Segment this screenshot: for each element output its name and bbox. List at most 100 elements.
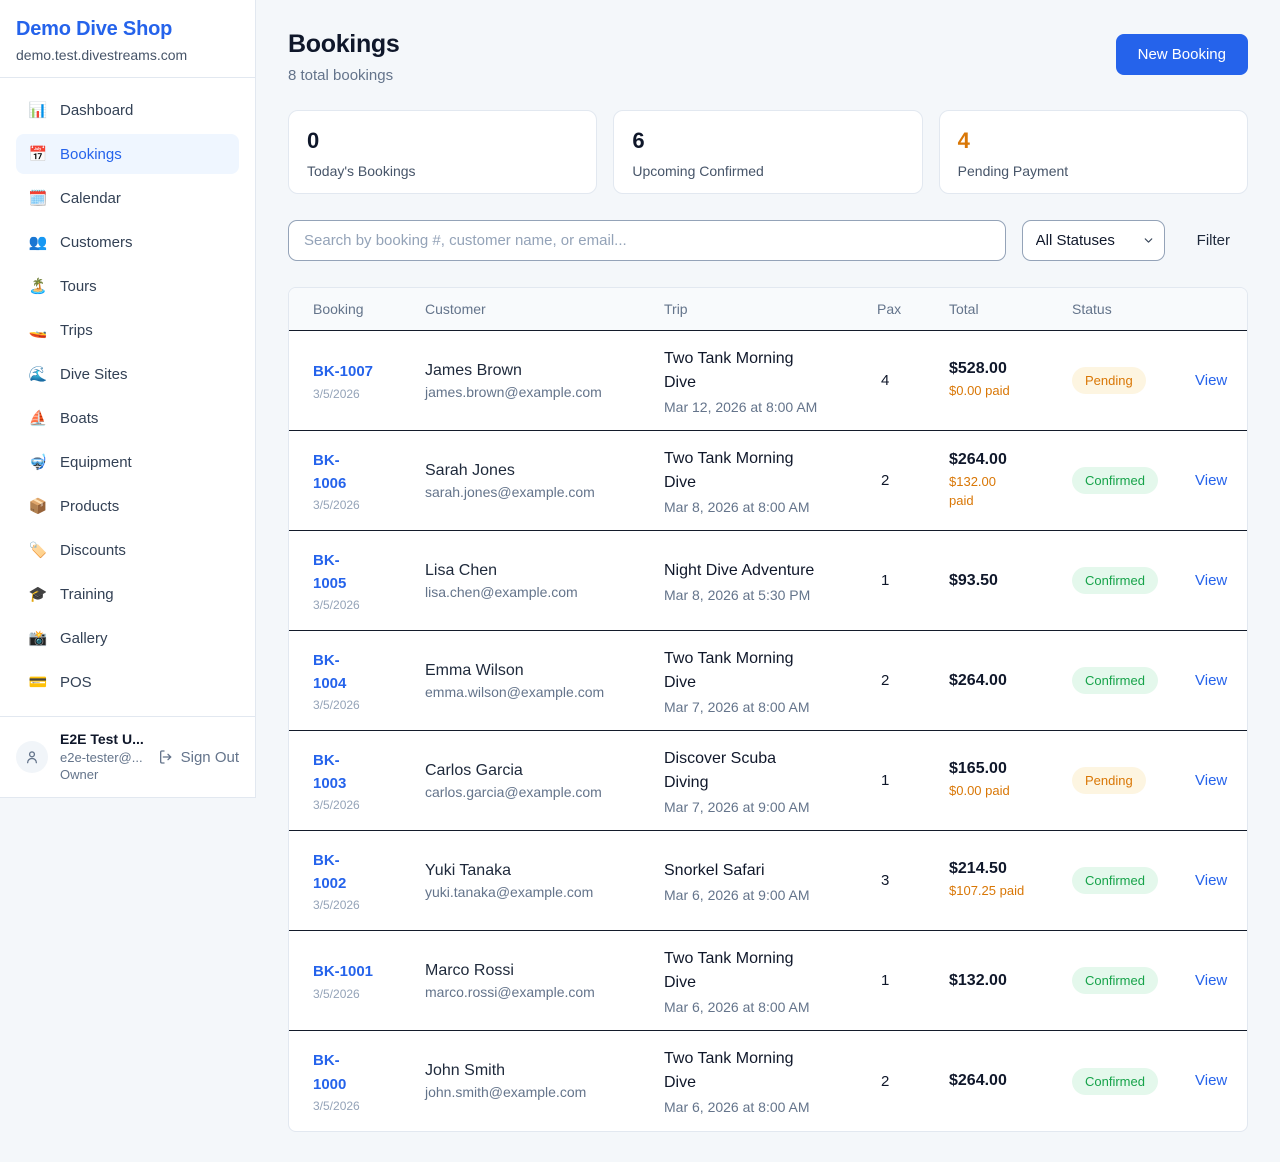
customer-email: john.smith@example.com (425, 1084, 664, 1100)
stat-label: Upcoming Confirmed (632, 163, 903, 179)
sidebar-item-products[interactable]: 📦 Products (16, 486, 239, 526)
customer-email: emma.wilson@example.com (425, 684, 664, 700)
status-badge: Pending (1072, 767, 1146, 794)
booking-id-link[interactable]: BK- 1006 (313, 449, 425, 496)
trip-title: Two Tank Morning Dive (664, 347, 877, 395)
total-cell: $93.50 (949, 572, 1072, 590)
table-row: BK- 1003 3/5/2026 Carlos Garcia carlos.g… (289, 731, 1247, 831)
sidebar-item-training[interactable]: 🎓 Training (16, 574, 239, 614)
bookings-table: Booking Customer Trip Pax Total Status B… (288, 287, 1248, 1132)
total-amount: $264.00 (949, 672, 1072, 690)
action-cell: View (1195, 972, 1227, 990)
sidebar-user-footer: E2E Test U... e2e-tester@... Owner Sign … (0, 716, 255, 797)
trip-cell: Night Dive Adventure Mar 8, 2026 at 5:30… (664, 559, 877, 603)
status-cell: Confirmed (1072, 867, 1195, 894)
equipment-icon: 🤿 (28, 453, 48, 471)
user-email: e2e-tester@... (60, 749, 146, 767)
sidebar-item-discounts[interactable]: 🏷️ Discounts (16, 530, 239, 570)
view-link[interactable]: View (1195, 1072, 1227, 1089)
view-link[interactable]: View (1195, 572, 1227, 589)
pos-icon: 💳 (28, 673, 48, 691)
sidebar-item-boats[interactable]: ⛵ Boats (16, 398, 239, 438)
total-cell: $214.50 $107.25 paid (949, 860, 1072, 901)
sidebar-item-trips[interactable]: 🚤 Trips (16, 310, 239, 350)
table-header: Booking Customer Trip Pax Total Status (289, 288, 1247, 331)
stat-value: 6 (632, 128, 903, 154)
booking-id-link[interactable]: BK-1001 (313, 960, 425, 983)
view-link[interactable]: View (1195, 772, 1227, 789)
view-link[interactable]: View (1195, 972, 1227, 989)
sign-out-label: Sign Out (181, 749, 239, 766)
search-input[interactable] (288, 220, 1006, 261)
column-header: Status (1072, 301, 1195, 317)
sign-out-button[interactable]: Sign Out (158, 749, 239, 766)
customer-name: Emma Wilson (425, 662, 664, 680)
sidebar-item-equipment[interactable]: 🤿 Equipment (16, 442, 239, 482)
trip-datetime: Mar 6, 2026 at 9:00 AM (664, 887, 877, 903)
status-cell: Pending (1072, 367, 1195, 394)
discounts-icon: 🏷️ (28, 541, 48, 559)
page-subtitle: 8 total bookings (288, 67, 400, 84)
customer-name: Sarah Jones (425, 462, 664, 480)
sidebar-item-customers[interactable]: 👥 Customers (16, 222, 239, 262)
sidebar-item-dashboard[interactable]: 📊 Dashboard (16, 90, 239, 130)
booking-id-link[interactable]: BK-1007 (313, 360, 425, 383)
view-link[interactable]: View (1195, 872, 1227, 889)
status-select[interactable]: All Statuses (1022, 220, 1165, 261)
sidebar-item-bookings[interactable]: 📅 Bookings (16, 134, 239, 174)
customer-name: John Smith (425, 1062, 664, 1080)
total-cell: $528.00 $0.00 paid (949, 360, 1072, 401)
filter-button[interactable]: Filter (1179, 232, 1248, 249)
booking-cell: BK-1001 3/5/2026 (313, 960, 425, 1000)
trip-cell: Two Tank Morning Dive Mar 6, 2026 at 8:0… (664, 1047, 877, 1115)
customer-cell: Yuki Tanaka yuki.tanaka@example.com (425, 862, 664, 900)
sidebar-item-calendar[interactable]: 🗓️ Calendar (16, 178, 239, 218)
booking-id-link[interactable]: BK- 1002 (313, 849, 425, 896)
booking-id-link[interactable]: BK- 1000 (313, 1049, 425, 1096)
total-cell: $264.00 (949, 672, 1072, 690)
customer-email: marco.rossi@example.com (425, 984, 664, 1000)
dive-sites-icon: 🌊 (28, 365, 48, 383)
stat-value: 0 (307, 128, 578, 154)
new-booking-button[interactable]: New Booking (1116, 34, 1248, 75)
customer-email: sarah.jones@example.com (425, 484, 664, 500)
page-header-text: Bookings 8 total bookings (288, 30, 400, 84)
sidebar-item-tours[interactable]: 🏝️ Tours (16, 266, 239, 306)
customer-cell: James Brown james.brown@example.com (425, 362, 664, 400)
customer-name: James Brown (425, 362, 664, 380)
view-link[interactable]: View (1195, 372, 1227, 389)
view-link[interactable]: View (1195, 472, 1227, 489)
status-cell: Confirmed (1072, 467, 1195, 494)
total-amount: $165.00 (949, 760, 1072, 778)
view-link[interactable]: View (1195, 672, 1227, 689)
trip-title: Snorkel Safari (664, 859, 877, 883)
sidebar-item-gallery[interactable]: 📸 Gallery (16, 618, 239, 658)
sidebar-item-label: Bookings (60, 146, 122, 163)
booking-id-link[interactable]: BK- 1005 (313, 549, 425, 596)
sidebar-item-label: Products (60, 498, 119, 515)
pax-value: 1 (877, 572, 949, 589)
status-cell: Confirmed (1072, 967, 1195, 994)
total-amount: $264.00 (949, 451, 1072, 469)
customer-name: Marco Rossi (425, 962, 664, 980)
booking-date: 3/5/2026 (313, 598, 425, 612)
booking-id-link[interactable]: BK- 1003 (313, 749, 425, 796)
trip-datetime: Mar 6, 2026 at 8:00 AM (664, 1099, 877, 1115)
stat-card: 4 Pending Payment (939, 110, 1248, 194)
booking-date: 3/5/2026 (313, 387, 425, 401)
user-role: Owner (60, 766, 146, 784)
booking-cell: BK- 1002 3/5/2026 (313, 849, 425, 913)
table-row: BK- 1000 3/5/2026 John Smith john.smith@… (289, 1031, 1247, 1131)
trip-title: Two Tank Morning Dive (664, 1047, 877, 1095)
trip-datetime: Mar 8, 2026 at 5:30 PM (664, 587, 877, 603)
sidebar-item-label: Gallery (60, 630, 108, 647)
customer-cell: Carlos Garcia carlos.garcia@example.com (425, 762, 664, 800)
sidebar-item-pos[interactable]: 💳 POS (16, 662, 239, 702)
booking-date: 3/5/2026 (313, 698, 425, 712)
pax-value: 3 (877, 872, 949, 889)
booking-id-link[interactable]: BK- 1004 (313, 649, 425, 696)
booking-date: 3/5/2026 (313, 987, 425, 1001)
trip-cell: Discover Scuba Diving Mar 7, 2026 at 9:0… (664, 747, 877, 815)
sidebar-item-dive-sites[interactable]: 🌊 Dive Sites (16, 354, 239, 394)
action-cell: View (1195, 572, 1227, 590)
